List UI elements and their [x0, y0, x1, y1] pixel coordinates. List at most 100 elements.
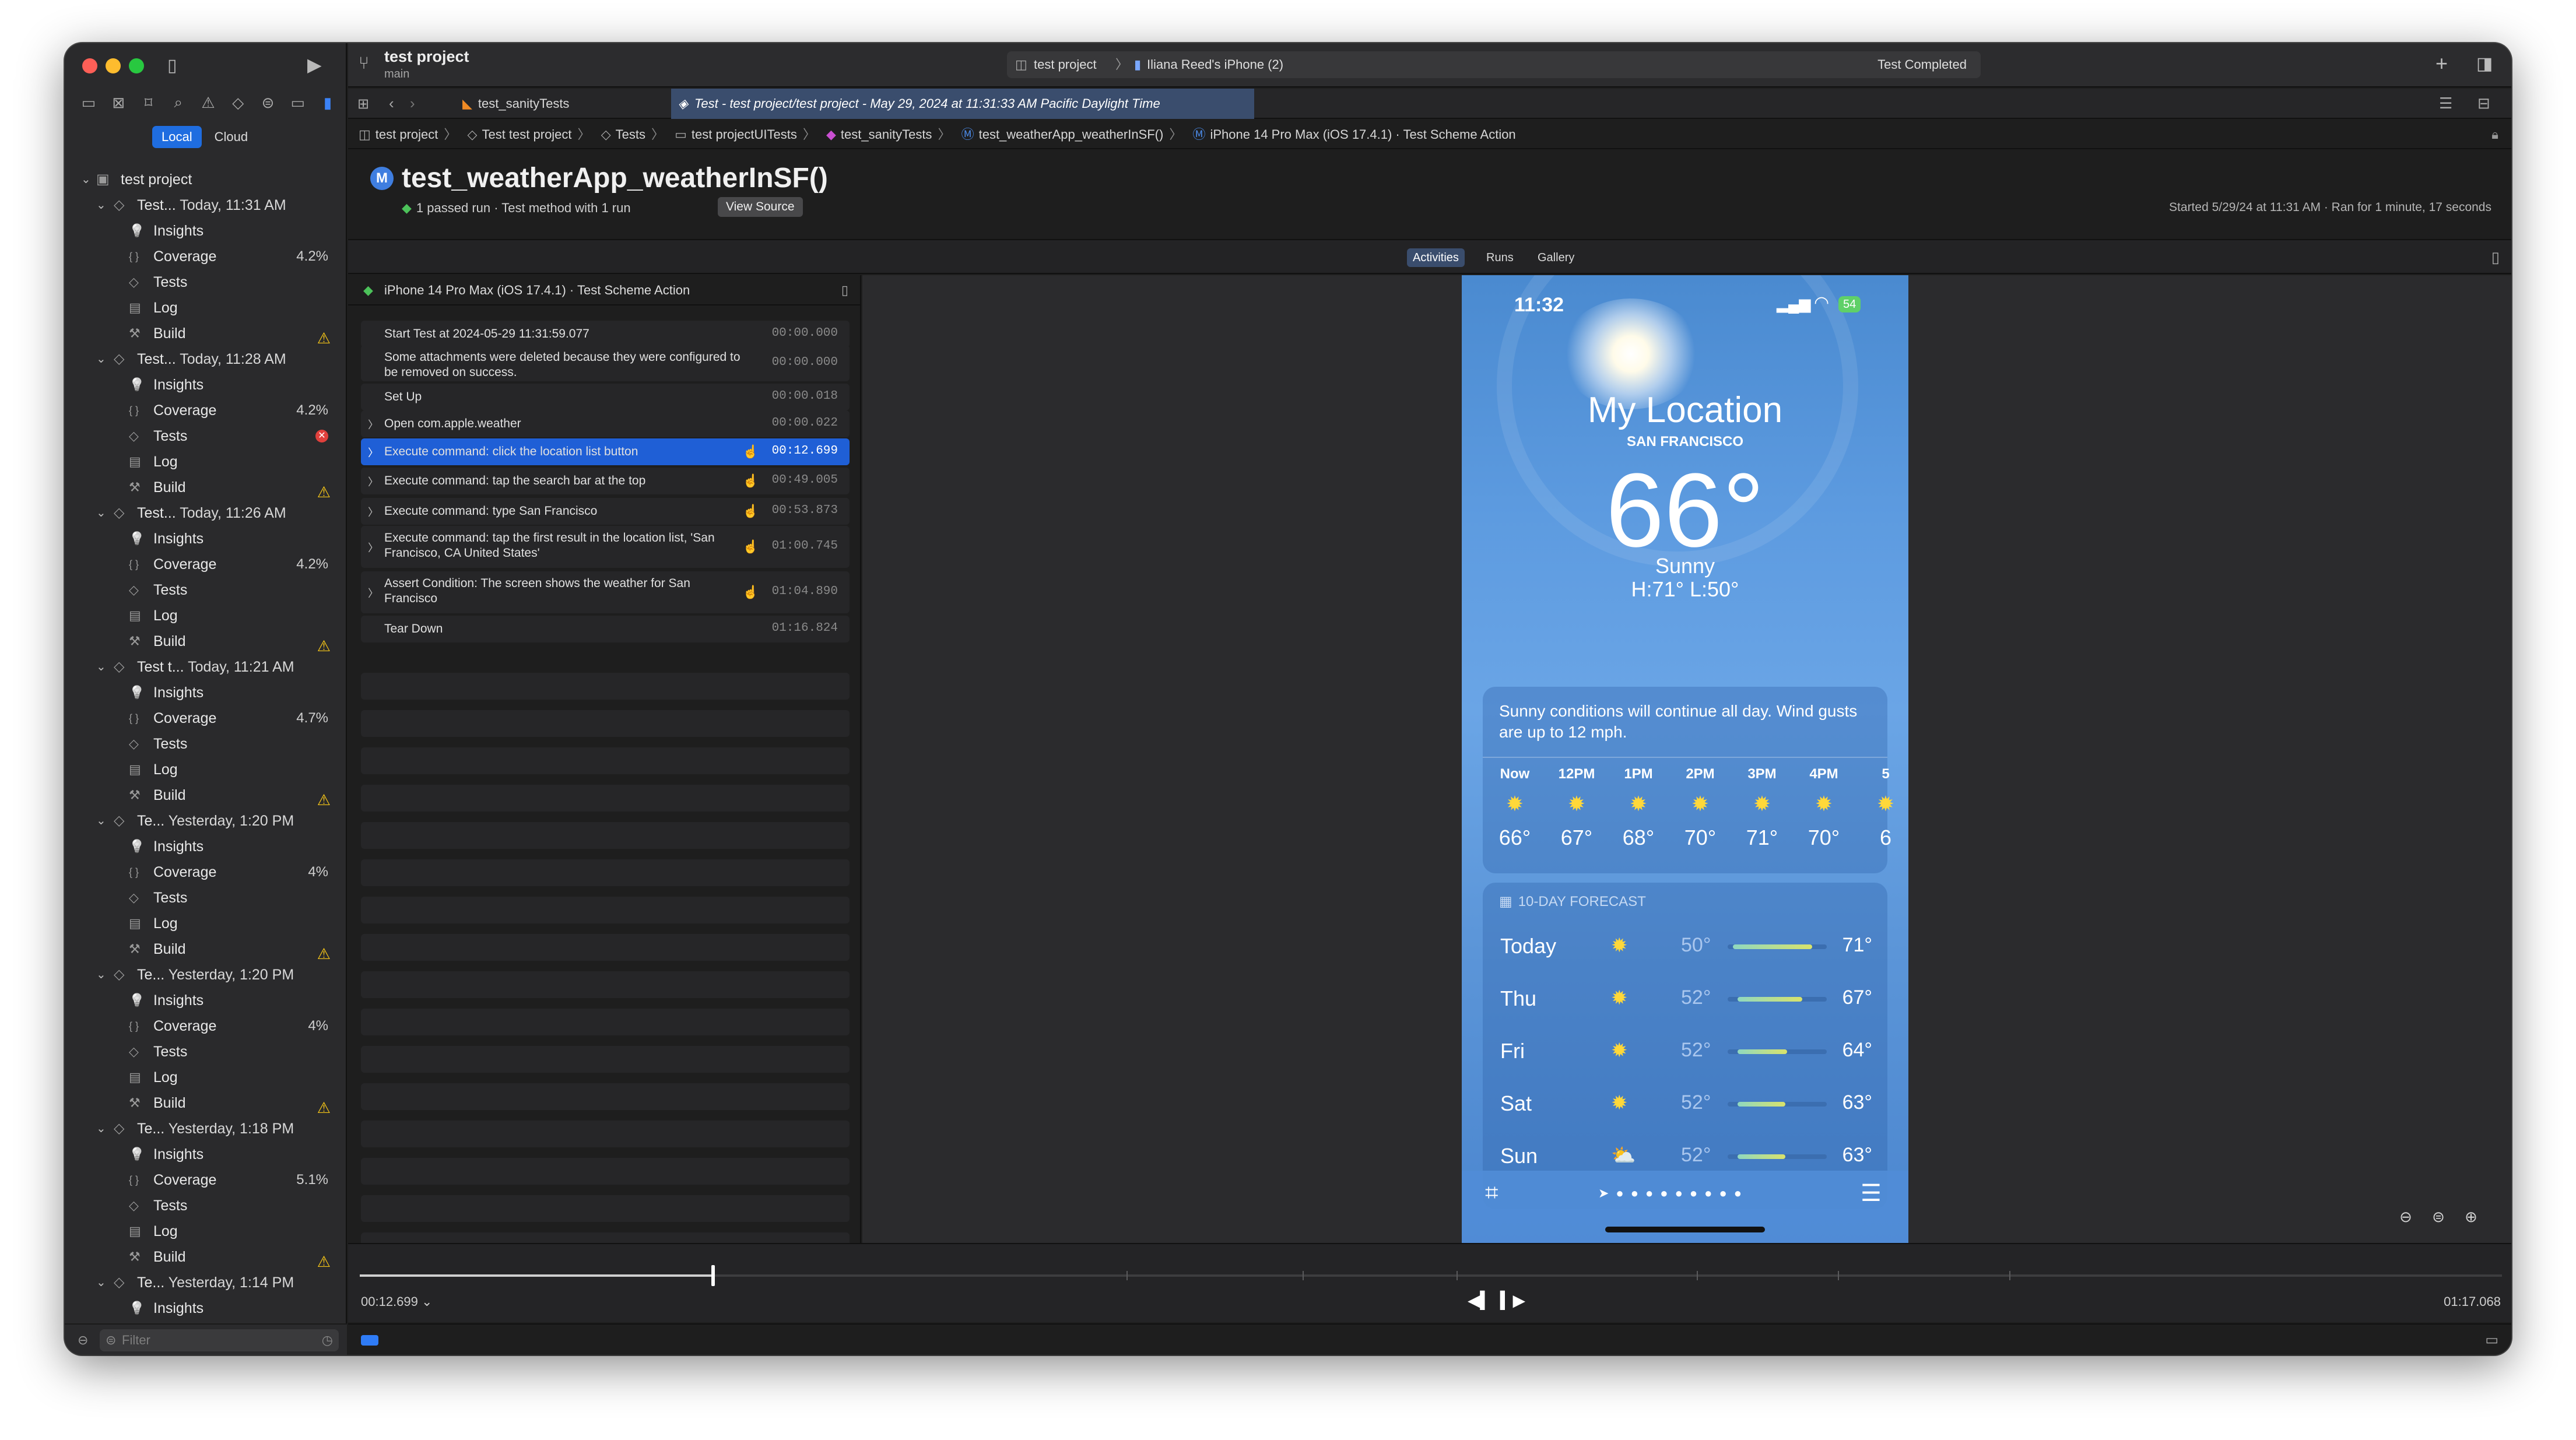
- chevron-down-icon[interactable]: ⌄: [96, 654, 106, 680]
- search-icon[interactable]: ⌕: [170, 93, 187, 112]
- lock-icon[interactable]: 🔒︎: [2491, 120, 2498, 149]
- chevron-down-icon[interactable]: ⌄: [96, 192, 106, 218]
- run-child-build[interactable]: ⚒ Build ⚠: [65, 475, 347, 501]
- run-child-coverage[interactable]: { } Coverage 4%: [65, 1013, 347, 1039]
- add-icon[interactable]: +: [2435, 51, 2448, 76]
- breakpoint-icon[interactable]: ▭: [289, 94, 307, 112]
- bookmark-icon[interactable]: ⌑: [140, 94, 157, 112]
- tree-root[interactable]: ⌄ ▣ test project: [65, 167, 347, 192]
- run-child-tests[interactable]: ◇ Tests: [65, 731, 347, 757]
- chevron-right-icon[interactable]: 〉: [368, 504, 378, 519]
- cloud-tab[interactable]: Cloud: [205, 126, 257, 148]
- chevron-down-icon[interactable]: ⌄: [96, 500, 106, 526]
- folder-icon[interactable]: ▭: [80, 94, 97, 112]
- back-icon[interactable]: ‹: [389, 94, 394, 113]
- chevron-right-icon[interactable]: 〉: [368, 417, 378, 432]
- export-icon[interactable]: ▯: [2491, 248, 2500, 266]
- zoom-fit-icon[interactable]: ⊜: [2424, 1203, 2453, 1230]
- run-child-coverage[interactable]: { } Coverage 4.2%: [65, 398, 347, 423]
- filter-input[interactable]: ⊜ Filter ◷: [100, 1329, 339, 1351]
- run-child-tests[interactable]: ◇ Tests: [65, 577, 347, 603]
- run-child-tests[interactable]: ◇ Tests: [65, 885, 347, 911]
- chevron-right-icon[interactable]: 〉: [368, 540, 378, 555]
- current-time[interactable]: 00:12.699 ⌄: [361, 1294, 432, 1309]
- scheme-name[interactable]: test project: [1034, 51, 1097, 78]
- debug-icon[interactable]: ⊜: [259, 94, 277, 112]
- run-child-tests[interactable]: ◇ Tests ✕: [65, 423, 347, 449]
- activity-row[interactable]: 〉 Open com.apple.weather 00:00.022: [361, 410, 850, 437]
- attachment-icon[interactable]: ▯: [841, 275, 848, 305]
- run-child-coverage[interactable]: { } Coverage 5.1%: [65, 1167, 347, 1193]
- run-child-coverage[interactable]: { } Coverage 4%: [65, 859, 347, 885]
- zoom-out-icon[interactable]: ⊖: [2391, 1203, 2420, 1230]
- jump-item[interactable]: Ⓜtest_weatherApp_weatherInSF(): [957, 127, 1164, 142]
- activity-view[interactable]: ◫ test project 〉 ▮ Iliana Reed's iPhone …: [1007, 51, 1981, 78]
- run-child-insights[interactable]: 💡 Insights: [65, 680, 347, 705]
- run-child-build[interactable]: ⚒ Build ⚠: [65, 1244, 347, 1270]
- activity-row[interactable]: Set Up 00:00.018: [361, 384, 850, 410]
- run-child-build[interactable]: ⚒ Build ⚠: [65, 936, 347, 963]
- jump-item[interactable]: ⓂiPhone 14 Pro Max (iOS 17.4.1) · Test S…: [1189, 127, 1515, 142]
- run-child-insights[interactable]: 💡 Insights: [65, 988, 347, 1013]
- panel-toggle-icon[interactable]: ▭: [2485, 1332, 2498, 1348]
- project-name[interactable]: test project: [384, 48, 469, 66]
- run-child-coverage[interactable]: { } Coverage 4.7%: [65, 705, 347, 731]
- inspector-toggle-icon[interactable]: ◨: [2476, 54, 2493, 74]
- run-child-insights[interactable]: 💡 Insights: [65, 1295, 347, 1321]
- tab-activities[interactable]: Activities: [1407, 248, 1465, 267]
- run-item[interactable]: ⌄ ◇ Test... Today, 11:26 AM: [65, 500, 347, 526]
- source-control-icon[interactable]: ⊠: [110, 94, 127, 112]
- run-child-tests[interactable]: ◇ Tests: [65, 1039, 347, 1065]
- timeline-marker[interactable]: [1696, 1271, 1698, 1280]
- next-step-icon[interactable]: ▍▶: [1500, 1291, 1525, 1310]
- run-child-insights[interactable]: 💡 Insights: [65, 1142, 347, 1167]
- activity-row[interactable]: 〉 Execute command: type San Francisco ☝ 00…: [361, 498, 850, 525]
- minimize-window-button[interactable]: [106, 58, 121, 73]
- run-item[interactable]: ⌄ ◇ Test... Today, 11:31 AM: [65, 192, 347, 218]
- timeline-marker[interactable]: [1302, 1271, 1304, 1280]
- activity-row[interactable]: Start Test at 2024-05-29 11:31:59.077 00…: [361, 321, 850, 347]
- run-item[interactable]: ⌄ ◇ Test... Today, 11:28 AM: [65, 346, 347, 372]
- grid-icon[interactable]: ⊞: [357, 96, 369, 113]
- run-item[interactable]: ⌄ ◇ Te... Yesterday, 1:18 PM: [65, 1116, 347, 1142]
- chevron-down-icon[interactable]: ⌄: [96, 346, 106, 372]
- run-child-log[interactable]: ▤ Log: [65, 757, 347, 782]
- run-child-log[interactable]: ▤ Log: [65, 1218, 347, 1244]
- run-item[interactable]: ⌄ ◇ Te... Yesterday, 1:20 PM: [65, 808, 347, 834]
- run-child-log[interactable]: ▤ Log: [65, 911, 347, 936]
- run-child-build[interactable]: ⚒ Build ⚠: [65, 321, 347, 347]
- jump-item[interactable]: ◇ Tests: [598, 127, 645, 142]
- run-child-coverage[interactable]: { } Coverage 4.2%: [65, 552, 347, 577]
- tab-sanity-tests[interactable]: ◣ test_sanityTests: [462, 89, 602, 119]
- tab-runs[interactable]: Runs: [1480, 248, 1519, 267]
- chevron-down-icon[interactable]: ⌄: [96, 808, 106, 834]
- chevron-right-icon[interactable]: 〉: [368, 445, 378, 460]
- run-child-build[interactable]: ⚒ Build ⚠: [65, 1090, 347, 1116]
- run-button[interactable]: ▶: [307, 55, 322, 74]
- run-child-insights[interactable]: 💡 Insights: [65, 372, 347, 398]
- forward-icon[interactable]: ›: [410, 94, 415, 113]
- test-icon[interactable]: ◇: [229, 94, 247, 112]
- recent-filter-icon[interactable]: ◷: [322, 1329, 333, 1351]
- run-child-log[interactable]: ▤ Log: [65, 603, 347, 628]
- run-child-log[interactable]: ▤ Log: [65, 295, 347, 321]
- timeline-marker[interactable]: [1457, 1271, 1458, 1280]
- run-child-build[interactable]: ⚒ Build ⚠: [65, 628, 347, 655]
- issue-icon[interactable]: ⚠: [199, 94, 217, 112]
- run-child-coverage[interactable]: { } Coverage 4.2%: [65, 244, 347, 269]
- chevron-down-icon[interactable]: ⌄: [96, 962, 106, 988]
- run-child-log[interactable]: ▤ Log: [65, 1065, 347, 1090]
- close-window-button[interactable]: [82, 58, 97, 73]
- timeline-marker[interactable]: [1838, 1271, 1840, 1280]
- chevron-right-icon[interactable]: 〉: [368, 474, 378, 489]
- zoom-in-icon[interactable]: ⊕: [2456, 1203, 2486, 1230]
- timeline-marker[interactable]: [1126, 1271, 1128, 1280]
- destination-name[interactable]: Iliana Reed's iPhone (2): [1147, 51, 1283, 78]
- zoom-window-button[interactable]: [129, 58, 144, 73]
- previous-step-icon[interactable]: ◀▍: [1468, 1291, 1493, 1310]
- view-source-button[interactable]: View Source: [718, 197, 803, 217]
- run-child-insights[interactable]: 💡 Insights: [65, 834, 347, 859]
- run-child-build[interactable]: ⚒ Build ⚠: [65, 782, 347, 809]
- tab-gallery[interactable]: Gallery: [1532, 248, 1580, 267]
- activity-row[interactable]: 〉 Execute command: click the location lis…: [361, 438, 850, 465]
